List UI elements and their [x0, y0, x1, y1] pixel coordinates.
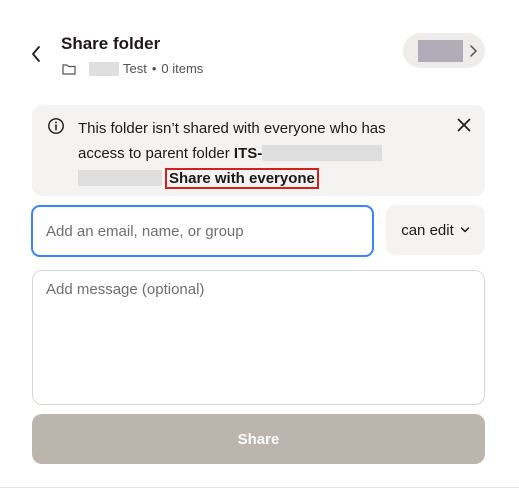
page-title: Share folder [61, 34, 161, 53]
folder-meta: Test • 0 items [62, 61, 203, 76]
redacted-parent-folder [262, 145, 383, 161]
chevron-right-icon [470, 44, 477, 57]
banner-message: This folder isn’t shared with everyone w… [78, 116, 423, 191]
invite-email-input[interactable] [31, 205, 374, 257]
chevron-down-icon [460, 227, 470, 233]
redacted-folder-prefix [89, 61, 119, 76]
info-icon [48, 118, 64, 134]
item-count: 0 items [161, 61, 204, 76]
close-icon[interactable] [456, 117, 472, 133]
chevron-left-icon [32, 46, 40, 62]
folder-icon [62, 63, 76, 75]
meta-separator: • [151, 61, 157, 76]
owner-button[interactable] [403, 33, 485, 68]
folder-name: Test [123, 61, 147, 76]
redacted-parent-folder-cont [78, 170, 162, 186]
share-with-everyone-link[interactable]: Share with everyone [165, 168, 319, 189]
message-textarea[interactable] [32, 270, 485, 405]
back-button[interactable] [24, 40, 48, 68]
share-button[interactable]: Share [32, 414, 485, 464]
permission-dropdown[interactable]: can edit [386, 205, 485, 255]
permission-value: can edit [401, 221, 454, 239]
owner-avatar [418, 39, 463, 62]
parent-sharing-banner: This folder isn’t shared with everyone w… [32, 105, 485, 196]
bottom-divider [0, 487, 519, 488]
parent-folder-name: ITS- [233, 145, 263, 162]
